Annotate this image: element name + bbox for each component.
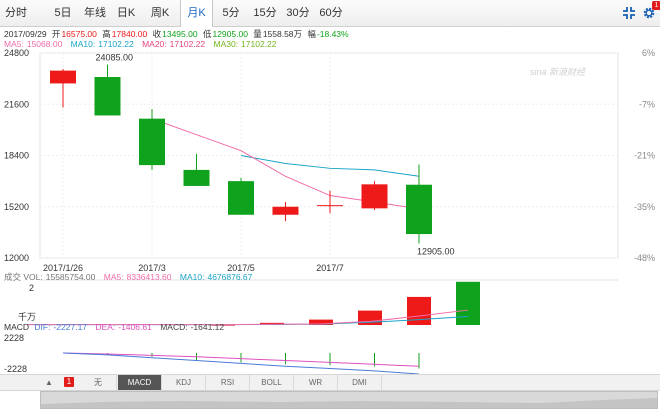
macd-legend: MACD DIF: -2227.17 DEA: -1406.61 MACD: -164… bbox=[4, 322, 230, 332]
close-label: 收 bbox=[152, 29, 162, 39]
candle-body bbox=[406, 184, 432, 235]
indicator-tab-bar: ▲ 1 无 MACD KDJ RSI BOLL WR DMI bbox=[0, 374, 660, 391]
macd-title: MACD bbox=[4, 322, 30, 332]
tab-daily-k[interactable]: 日K bbox=[111, 0, 141, 26]
navigator-sparkline bbox=[41, 398, 657, 408]
ma5-line bbox=[151, 118, 420, 210]
collapse-arrow[interactable]: ▲ bbox=[40, 375, 58, 390]
candle-body bbox=[94, 77, 121, 116]
ma-legend: MA5: 15068.00 MA10: 17102.22 MA20: 17102.22… bbox=[4, 39, 283, 49]
close-value: 13495.00 bbox=[162, 29, 198, 39]
high-value: 17840.00 bbox=[111, 29, 148, 39]
dif-legend: DIF: -2227.17 bbox=[34, 322, 88, 332]
candle-body bbox=[317, 205, 343, 207]
tab-30min[interactable]: 30分 bbox=[283, 0, 313, 26]
y-tick-label-right: -48% bbox=[634, 253, 655, 263]
vol-ma5-legend: MA5: 8336413.60 bbox=[103, 272, 172, 282]
tab-5day[interactable]: 5日 bbox=[47, 0, 79, 26]
candle-body bbox=[228, 181, 254, 215]
volume-value: 1558.58万 bbox=[262, 29, 303, 39]
open-value: 16575.00 bbox=[61, 29, 97, 39]
kline-chart: 24800 6% 21600 -7% 18400 -21% 15200 -35% 12000 -4… bbox=[4, 48, 655, 375]
dea-line bbox=[62, 352, 420, 367]
high-label: 高 bbox=[102, 29, 111, 39]
candle-body bbox=[272, 206, 299, 215]
macd-y-tick: -2228 bbox=[4, 364, 27, 374]
change-value: -18.43% bbox=[316, 29, 349, 39]
low-label: 低 bbox=[202, 29, 212, 39]
notification-badge[interactable]: 1 bbox=[652, 1, 660, 10]
macd-y-tick: 2228 bbox=[4, 333, 24, 343]
price-annotation: 12905.00 bbox=[417, 247, 455, 257]
y-tick-label-right: -21% bbox=[634, 151, 655, 161]
candle-body bbox=[183, 169, 210, 186]
tab-5min[interactable]: 5分 bbox=[216, 0, 246, 26]
indicator-tab-boll[interactable]: BOLL bbox=[250, 375, 294, 390]
y-tick-label: 24800 bbox=[4, 48, 29, 58]
period-tab-bar: 分时 5日 年线 日K 周K 月K 5分 15分 30分 60分 1 bbox=[0, 0, 660, 27]
vol-ma10-legend: MA10: 4676876.67 bbox=[179, 272, 253, 282]
tab-60min[interactable]: 60分 bbox=[316, 0, 346, 26]
dif-line bbox=[62, 352, 420, 375]
volume-y-tick: 2 bbox=[29, 283, 34, 293]
y-tick-label: 15200 bbox=[4, 202, 29, 212]
indicator-tab-dmi[interactable]: DMI bbox=[338, 375, 382, 390]
volume-bar bbox=[260, 322, 284, 325]
tab-weekly-k[interactable]: 周K bbox=[144, 0, 176, 26]
indicator-tab-none[interactable]: 无 bbox=[80, 375, 117, 390]
price-annotation: 24085.00 bbox=[96, 52, 134, 62]
indicator-badge[interactable]: 1 bbox=[64, 377, 74, 387]
volume-unit-label: 千万 bbox=[18, 312, 36, 322]
quote-date: 2017/09/29 bbox=[4, 29, 47, 39]
expand-icon[interactable] bbox=[621, 5, 637, 21]
y-tick-label-right: -7% bbox=[639, 99, 655, 109]
indicator-tab-macd[interactable]: MACD bbox=[118, 375, 162, 390]
ma5-legend: MA5: 15068.00 bbox=[4, 39, 63, 49]
ma10-legend: MA10: 17102.22 bbox=[70, 39, 134, 49]
change-label: 幅 bbox=[307, 29, 316, 39]
low-value: 12905.00 bbox=[212, 29, 248, 39]
volume-bar bbox=[358, 310, 382, 325]
candle-body bbox=[139, 118, 165, 166]
volume-label: 量 bbox=[253, 29, 262, 39]
indicator-tab-kdj[interactable]: KDJ bbox=[162, 375, 206, 390]
y-tick-label-right: -35% bbox=[634, 202, 655, 212]
watermark-logo: sina 新浪财经 bbox=[530, 67, 586, 77]
tab-monthly-k[interactable]: 月K bbox=[180, 0, 213, 27]
volume-bar bbox=[407, 296, 431, 325]
macd-value-legend: MACD: -1641.12 bbox=[160, 322, 225, 332]
indicator-tab-rsi[interactable]: RSI bbox=[206, 375, 250, 390]
candle-body bbox=[361, 184, 388, 209]
price-panel-frame bbox=[39, 52, 619, 259]
ma20-legend: MA20: 17102.22 bbox=[142, 39, 206, 49]
range-navigator[interactable] bbox=[40, 391, 658, 409]
volume-bar bbox=[456, 281, 480, 325]
volume-bar bbox=[309, 319, 333, 325]
volume-legend: 成交 VOL: 15585754.00 MA5: 8336413.60 MA10: 4… bbox=[4, 271, 258, 283]
ma10-line bbox=[240, 155, 420, 177]
ma30-legend: MA30: 17102.22 bbox=[213, 39, 277, 49]
y-tick-label: 21600 bbox=[4, 99, 29, 109]
y-tick-label: 18400 bbox=[4, 151, 29, 161]
tab-timeshare[interactable]: 分时 bbox=[0, 0, 32, 26]
y-tick-label: 12000 bbox=[4, 253, 29, 263]
x-tick-label: 2017/7 bbox=[316, 263, 344, 273]
y-tick-label-right: 6% bbox=[642, 48, 655, 58]
indicator-tab-wr[interactable]: WR bbox=[294, 375, 338, 390]
tab-yearly-line[interactable]: 年线 bbox=[79, 0, 111, 26]
tab-15min[interactable]: 15分 bbox=[250, 0, 280, 26]
open-label: 开 bbox=[51, 29, 61, 39]
candle-body bbox=[50, 70, 76, 84]
vol-legend: 成交 VOL: 15585754.00 bbox=[4, 272, 96, 282]
dea-legend: DEA: -1406.61 bbox=[95, 322, 152, 332]
